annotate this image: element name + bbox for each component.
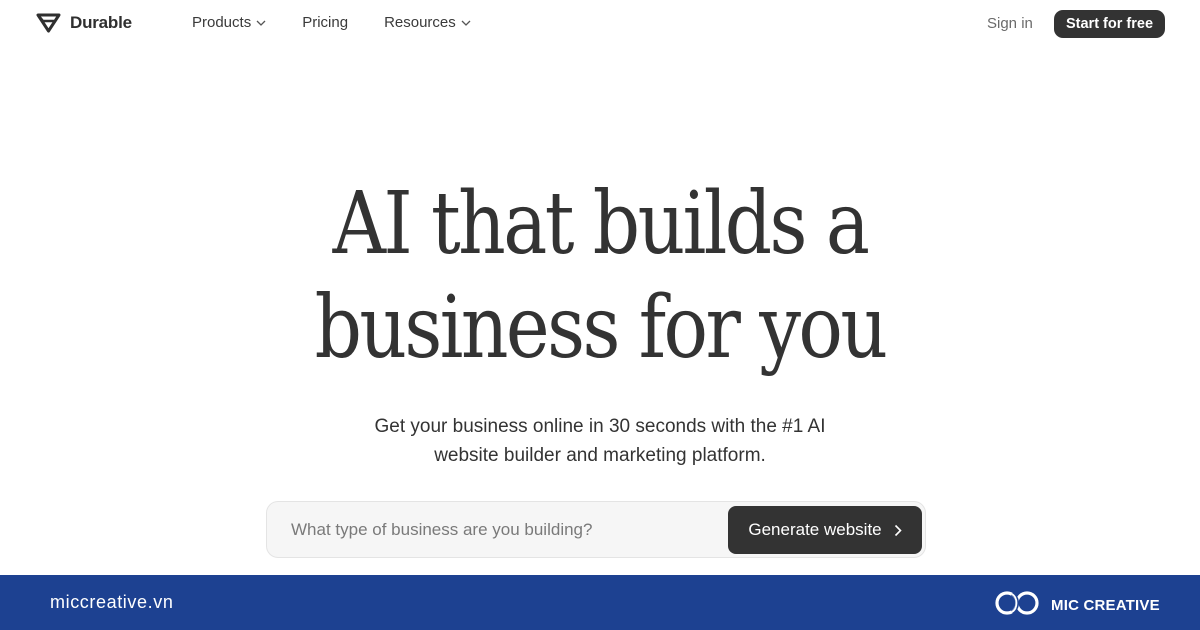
logo-text: Durable xyxy=(70,13,132,32)
generate-website-label: Generate website xyxy=(748,520,882,539)
hero-title-line-2: business for you xyxy=(314,278,888,378)
hero-title: AI that builds a business for you xyxy=(84,172,1116,380)
hero-title-line-1: AI that builds a xyxy=(332,174,870,274)
nav-item-label: Products xyxy=(192,14,252,31)
nav-item-products[interactable]: Products xyxy=(192,14,266,31)
mic-creative-logo-icon xyxy=(993,588,1043,623)
nav-item-label: Resources xyxy=(384,14,456,31)
generate-website-button[interactable]: Generate website xyxy=(728,506,922,554)
durable-logo-icon xyxy=(35,12,62,34)
top-navigation: Durable Products Pricing Resources Sign … xyxy=(0,0,1200,48)
durable-logo[interactable]: Durable xyxy=(35,12,132,34)
chevron-down-icon xyxy=(256,20,266,26)
hero-subtitle-line-2: website builder and marketing platform. xyxy=(434,445,766,466)
chevron-right-icon xyxy=(894,524,902,537)
business-search-bar: Generate website xyxy=(266,501,926,558)
footer-domain: miccreative.vn xyxy=(50,592,174,612)
hero-subtitle: Get your business online in 30 seconds w… xyxy=(0,412,1200,470)
nav-item-pricing[interactable]: Pricing xyxy=(302,14,348,31)
hero-subtitle-line-1: Get your business online in 30 seconds w… xyxy=(374,416,826,437)
chevron-down-icon xyxy=(461,20,471,26)
mic-creative-brand: MIC CREATIVE xyxy=(993,588,1160,623)
nav-links: Products Pricing Resources xyxy=(192,14,471,31)
sign-in-link[interactable]: Sign in xyxy=(987,15,1033,32)
business-type-input[interactable] xyxy=(291,516,721,544)
hero-heading: AI that builds a business for you xyxy=(0,172,1200,380)
brand-name: MIC CREATIVE xyxy=(1051,597,1160,614)
nav-item-label: Pricing xyxy=(302,14,349,31)
start-for-free-button[interactable]: Start for free xyxy=(1054,10,1165,38)
footer-banner: miccreative.vn MIC CREATIVE xyxy=(0,575,1200,630)
nav-item-resources[interactable]: Resources xyxy=(384,14,471,31)
